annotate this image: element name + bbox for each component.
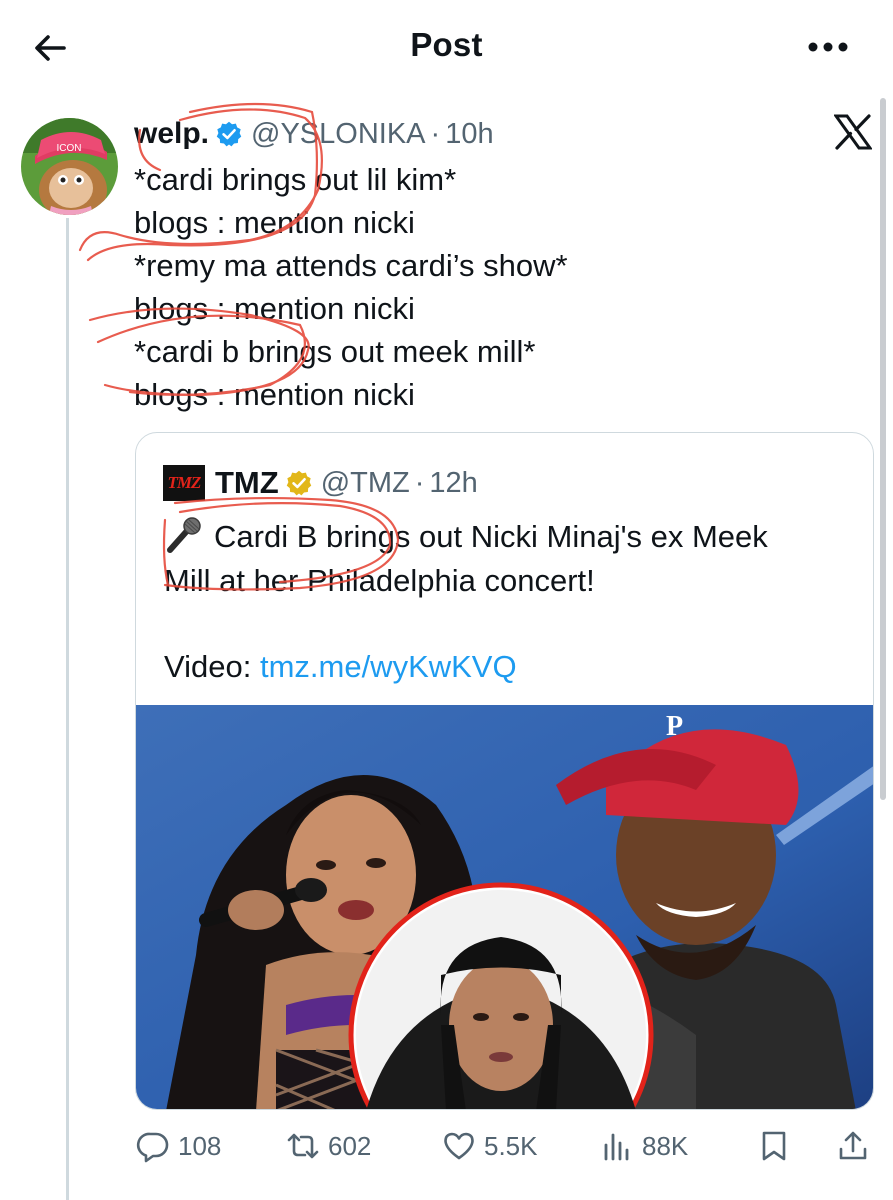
quoted-post-card[interactable]: TMZ TMZ @TMZ · 12h Cardi B brings out Ni… (135, 432, 874, 1110)
meta-separator: · (414, 466, 425, 499)
quoted-text-line-2: Mill at her Philadelphia concert! (164, 563, 595, 598)
microphone-emoji-icon (167, 517, 201, 553)
bookmark-button[interactable] (757, 1126, 791, 1166)
share-button[interactable] (836, 1126, 870, 1166)
reply-button[interactable]: 108 (136, 1126, 221, 1166)
post-text-line: *cardi b brings out meek mill* (134, 334, 536, 369)
author-display-name[interactable]: welp. (134, 117, 209, 151)
reply-icon (136, 1132, 169, 1163)
repost-icon (287, 1133, 319, 1159)
tmz-logo-avatar[interactable]: TMZ (163, 465, 205, 501)
quoted-timestamp[interactable]: 12h (429, 467, 477, 500)
views-button[interactable]: 88K (600, 1126, 688, 1166)
video-label: Video: (164, 649, 260, 684)
quoted-author-row: TMZ TMZ @TMZ · 12h (163, 463, 478, 503)
repost-button[interactable]: 602 (286, 1126, 371, 1166)
page-title: Post (410, 26, 483, 63)
quoted-text-line-1: Cardi B brings out Nicki Minaj's ex Meek (164, 515, 854, 559)
cap-logo: P (666, 711, 683, 742)
video-link[interactable]: tmz.me/wyKwKVQ (260, 649, 517, 684)
quoted-display-name[interactable]: TMZ (215, 465, 279, 501)
repost-count: 602 (328, 1130, 372, 1161)
post-text-line: blogs : mention nicki (134, 377, 415, 412)
quoted-handle[interactable]: @TMZ (321, 467, 410, 500)
post-text-line: *cardi brings out lil kim* (134, 162, 457, 197)
post-text-line: blogs : mention nicki (134, 205, 415, 240)
bookmark-icon (762, 1131, 786, 1161)
avatar[interactable]: ICON (21, 118, 118, 215)
post-timestamp[interactable]: 10h (445, 118, 493, 151)
post-author-row: welp. @YSLONIKA · 10h (134, 114, 494, 154)
post-action-bar: 108 602 5.5K 88K (0, 1118, 893, 1174)
post-text-line: *remy ma attends cardi’s show* (134, 248, 568, 283)
reply-count: 108 (178, 1130, 222, 1161)
quoted-text-part: Cardi B brings out Nicki Minaj's ex Meek (214, 519, 768, 554)
avatar-badge-text: ICON (57, 143, 82, 154)
like-count: 5.5K (484, 1130, 538, 1161)
views-chart-icon (604, 1133, 629, 1161)
verified-gold-badge-icon[interactable] (285, 469, 313, 497)
post-text: *cardi brings out lil kim* blogs : menti… (134, 158, 834, 416)
meta-separator: · (430, 117, 441, 150)
share-icon (839, 1131, 867, 1160)
x-logo-icon (834, 114, 872, 150)
author-handle[interactable]: @YSLONIKA (251, 118, 426, 151)
views-count: 88K (642, 1130, 689, 1161)
top-bar: Post (0, 0, 893, 92)
concert-photo[interactable]: P (136, 705, 874, 1110)
more-horizontal-icon[interactable] (806, 32, 850, 62)
verified-badge-icon[interactable] (215, 120, 243, 148)
heart-icon (444, 1132, 474, 1160)
scrollbar[interactable] (880, 98, 886, 800)
quoted-video-line: Video: tmz.me/wyKwKVQ (164, 645, 517, 689)
post-text-line: blogs : mention nicki (134, 291, 415, 326)
thread-line (66, 218, 69, 1200)
like-button[interactable]: 5.5K (442, 1126, 538, 1166)
quoted-post-text: Cardi B brings out Nicki Minaj's ex Meek… (164, 515, 854, 603)
